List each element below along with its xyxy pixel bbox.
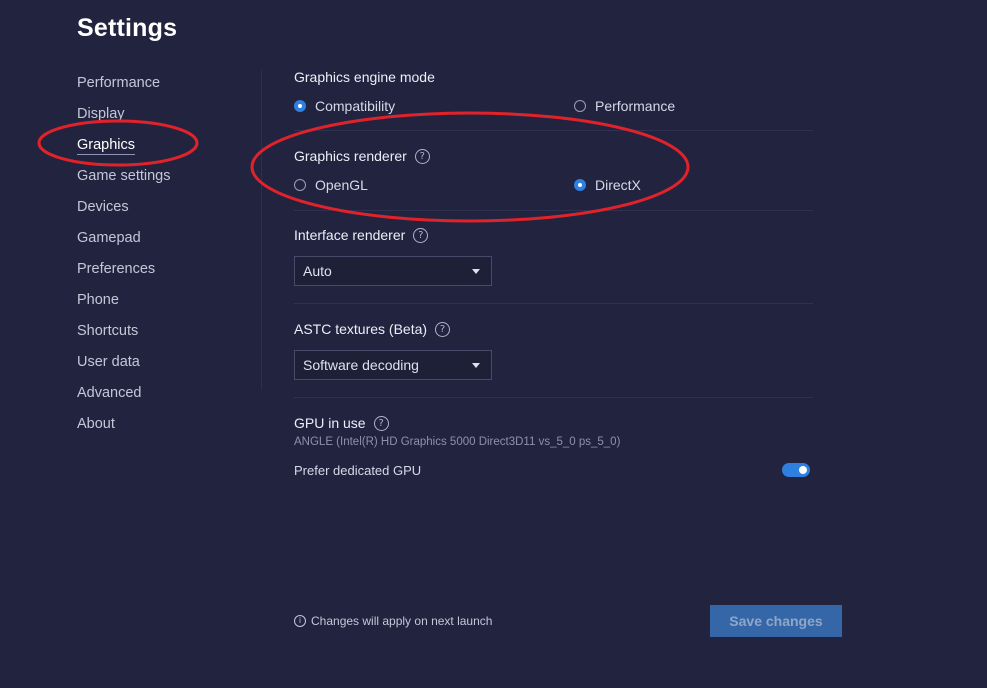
sidebar-item-devices[interactable]: Devices [77,198,257,229]
sidebar-item-label: Graphics [77,137,136,155]
caret-down-icon [472,363,480,368]
graphics-engine-mode-label: Graphics engine mode [294,69,435,85]
graphics-renderer-text: Graphics renderer [294,148,407,164]
sidebar-item-performance[interactable]: Performance [77,74,257,105]
sidebar-item-label: User data [77,354,140,370]
sidebar-item-label: About [77,416,115,432]
sidebar-item-label: Performance [77,75,161,91]
radio-selected-icon [294,100,306,112]
gpu-info-text: ANGLE (Intel(R) HD Graphics 5000 Direct3… [294,436,621,448]
radio-directx[interactable]: DirectX [574,177,641,193]
sidebar-divider [261,70,262,390]
sidebar-item-phone[interactable]: Phone [77,291,257,322]
interface-renderer-text: Interface renderer [294,227,406,243]
radio-unselected-icon [294,179,306,191]
section-divider [294,303,813,304]
radio-label-performance: Performance [595,98,676,114]
sidebar-item-label: Advanced [77,385,142,401]
sidebar-item-advanced[interactable]: Advanced [77,384,257,415]
sidebar-item-game-settings[interactable]: Game settings [77,167,257,198]
section-divider [294,210,813,211]
radio-unselected-icon [574,100,586,112]
radio-selected-icon [574,179,586,191]
sidebar-item-label: Display [77,106,125,122]
sidebar-item-about[interactable]: About [77,415,257,446]
sidebar-item-user-data[interactable]: User data [77,353,257,384]
gpu-in-use-text: GPU in use [294,415,366,431]
dropdown-value: Software decoding [303,357,419,373]
sidebar-item-label: Preferences [77,261,156,277]
caret-down-icon [472,269,480,274]
sidebar-item-graphics[interactable]: Graphics [77,136,257,167]
prefer-dedicated-gpu-toggle[interactable] [782,463,810,477]
question-circle-icon[interactable]: ? [414,148,430,164]
radio-label-compatibility: Compatibility [315,98,396,114]
radio-opengl[interactable]: OpenGL [294,177,368,193]
sidebar-item-display[interactable]: Display [77,105,257,136]
sidebar-item-label: Gamepad [77,230,141,246]
graphics-renderer-label: Graphics renderer ? [294,148,430,164]
astc-textures-dropdown[interactable]: Software decoding [294,350,492,380]
question-circle-icon[interactable]: ? [373,415,389,431]
astc-textures-label: ASTC textures (Beta) ? [294,321,451,337]
radio-compatibility[interactable]: Compatibility [294,98,395,114]
gpu-in-use-label: GPU in use ? [294,415,389,431]
sidebar-item-shortcuts[interactable]: Shortcuts [77,322,257,353]
radio-performance[interactable]: Performance [574,98,675,114]
info-icon: i [294,615,306,627]
sidebar-item-label: Devices [77,199,129,215]
prefer-dedicated-gpu-label: Prefer dedicated GPU [294,463,422,478]
sidebar-item-gamepad[interactable]: Gamepad [77,229,257,260]
interface-renderer-dropdown[interactable]: Auto [294,256,492,286]
restart-note-text: Changes will apply on next launch [311,614,493,628]
section-divider [294,130,813,131]
interface-renderer-label: Interface renderer ? [294,227,429,243]
page-title: Settings [77,14,178,42]
radio-label-directx: DirectX [595,177,641,193]
sidebar-item-label: Game settings [77,168,171,184]
restart-note: i Changes will apply on next launch [294,614,492,628]
question-circle-icon[interactable]: ? [435,321,451,337]
toggle-knob [799,466,807,474]
astc-textures-text: ASTC textures (Beta) [294,321,428,337]
sidebar-item-label: Shortcuts [77,323,139,339]
graphics-engine-mode-text: Graphics engine mode [294,69,435,85]
sidebar-item-label: Phone [77,292,119,308]
sidebar-item-preferences[interactable]: Preferences [77,260,257,291]
radio-label-opengl: OpenGL [315,177,368,193]
question-circle-icon[interactable]: ? [413,227,429,243]
save-changes-button[interactable]: Save changes [710,605,842,637]
section-divider [294,397,813,398]
dropdown-value: Auto [303,263,332,279]
settings-sidebar: Performance Display Graphics Game settin… [77,74,257,446]
